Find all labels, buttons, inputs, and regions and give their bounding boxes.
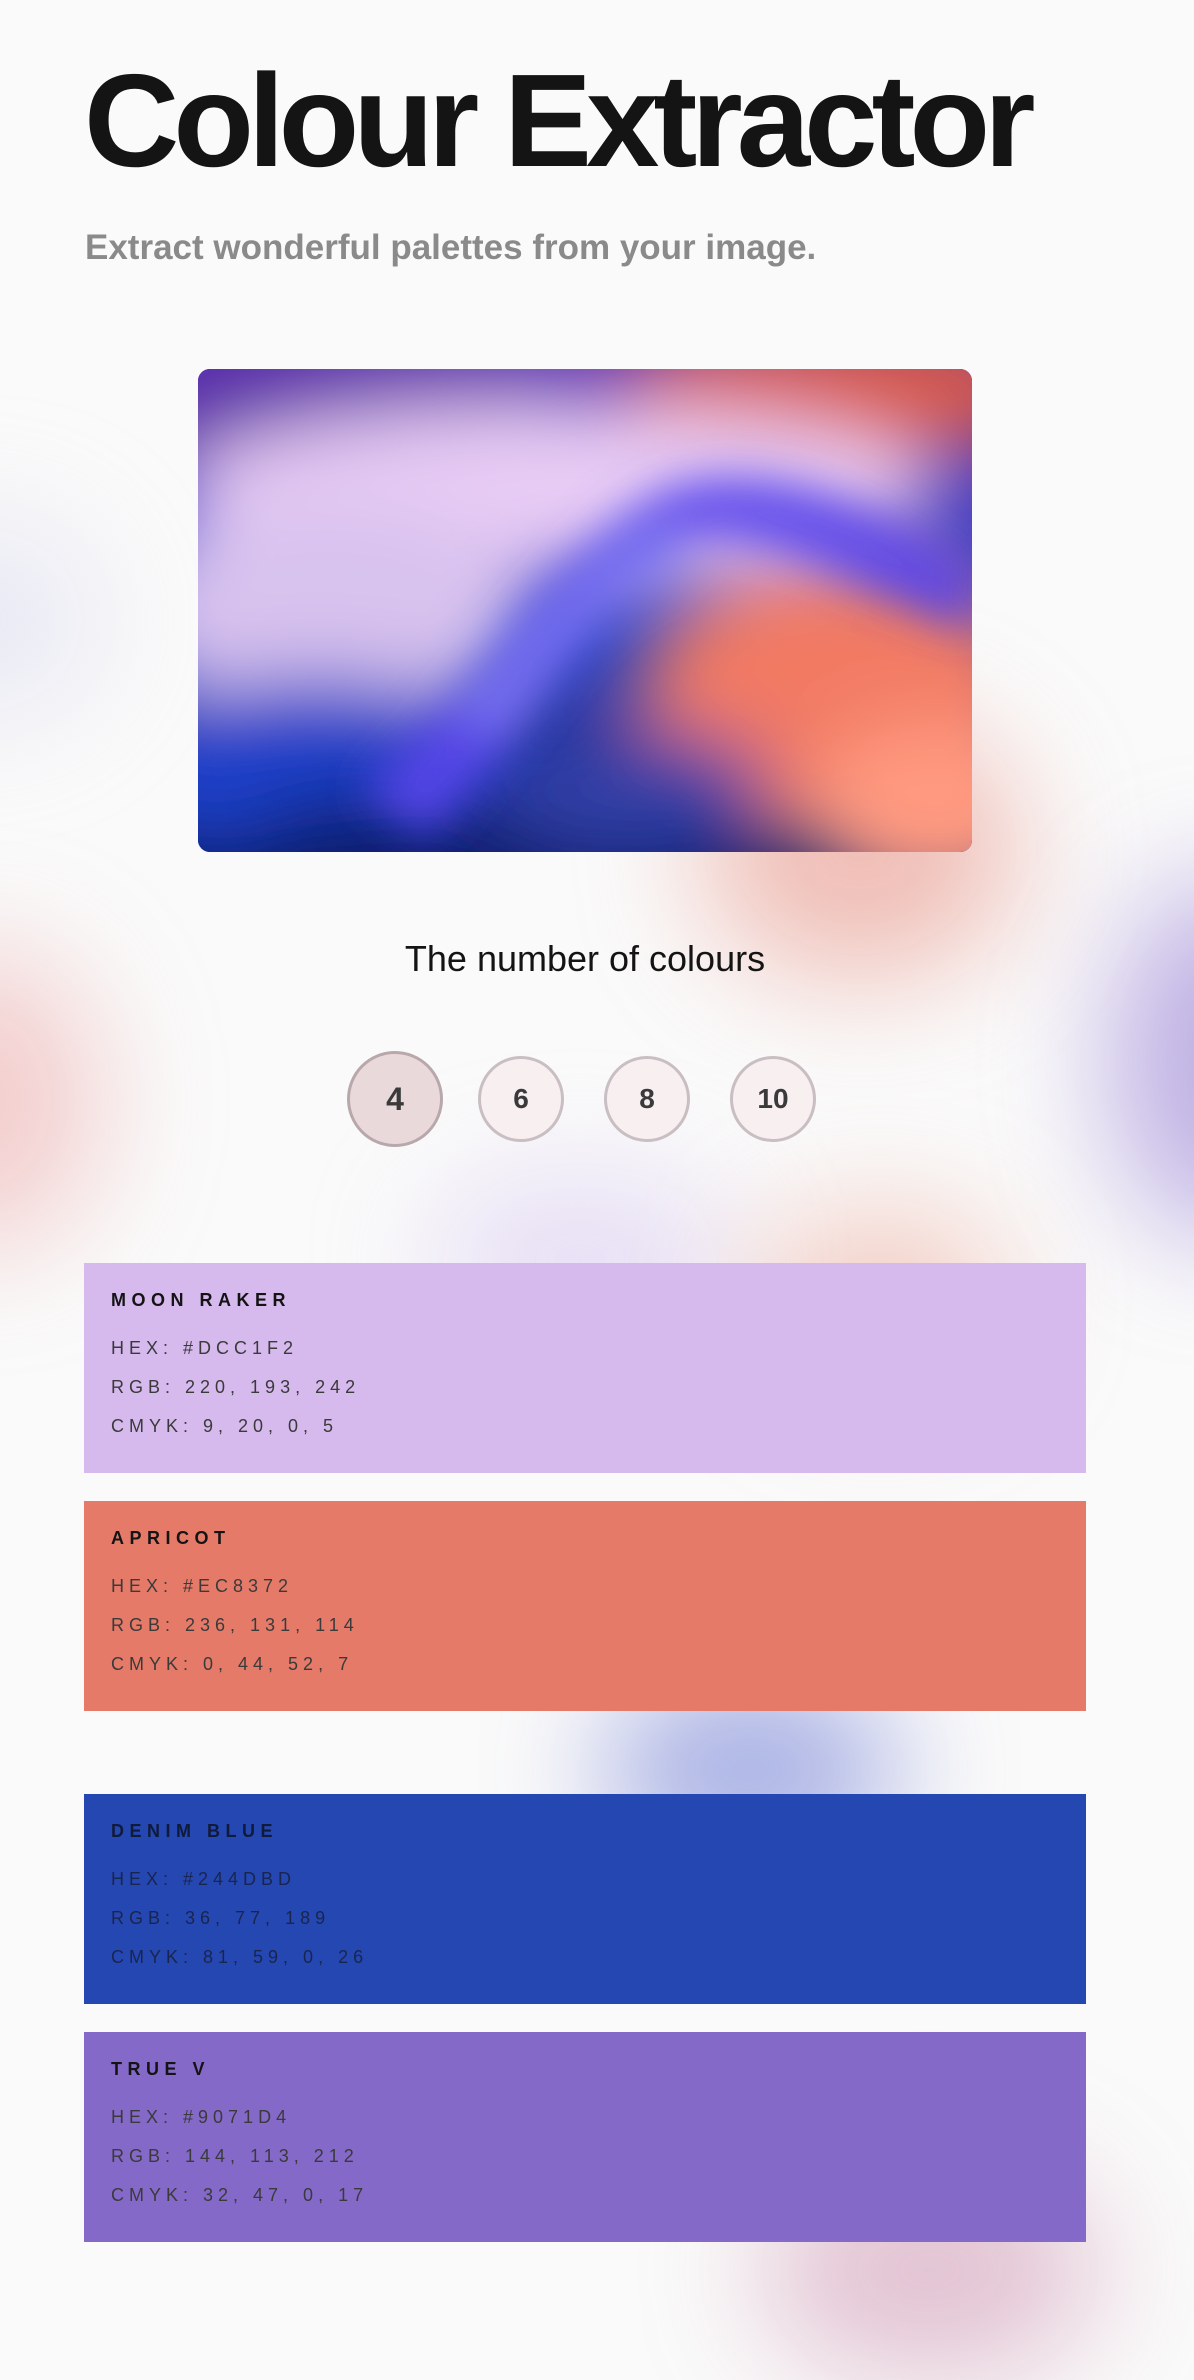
count-option-4[interactable]: 4 <box>347 1051 443 1147</box>
palette-swatch-denim-blue[interactable]: DENIM BLUE HEX: #244DBD RGB: 36, 77, 189… <box>84 1794 1086 2004</box>
swatch-cmyk: CMYK: 81, 59, 0, 26 <box>111 1947 369 1967</box>
swatch-name: TRUE V <box>111 2059 211 2079</box>
count-option-8[interactable]: 8 <box>604 1056 690 1142</box>
colour-count-label: The number of colours <box>404 938 766 979</box>
colour-count-selector: 4 6 8 10 <box>0 1051 1194 1147</box>
count-option-6[interactable]: 6 <box>478 1056 564 1142</box>
uploaded-image-preview[interactable] <box>198 369 972 852</box>
swatch-rgb: RGB: 220, 193, 242 <box>111 1377 361 1397</box>
swatch-rgb: RGB: 144, 113, 212 <box>111 2146 359 2166</box>
swatch-rgb: RGB: 236, 131, 114 <box>111 1615 359 1635</box>
palette-swatch-apricot[interactable]: APRICOT HEX: #EC8372 RGB: 236, 131, 114 … <box>84 1501 1086 1711</box>
swatch-name: MOON RAKER <box>111 1290 291 1310</box>
palette-swatch-moon-raker[interactable]: MOON RAKER HEX: #DCC1F2 RGB: 220, 193, 2… <box>84 1263 1086 1473</box>
swatch-cmyk: CMYK: 32, 47, 0, 17 <box>111 2185 369 2205</box>
page-title: Colour Extractor <box>84 47 1035 194</box>
page-subtitle: Extract wonderful palettes from your ima… <box>85 228 817 267</box>
gradient-image <box>198 369 972 852</box>
swatch-name: DENIM BLUE <box>111 1821 278 1841</box>
swatch-hex: HEX: #DCC1F2 <box>111 1338 299 1358</box>
swatch-rgb: RGB: 36, 77, 189 <box>111 1908 331 1928</box>
swatch-hex: HEX: #244DBD <box>111 1869 297 1889</box>
count-option-10[interactable]: 10 <box>730 1056 816 1142</box>
swatch-cmyk: CMYK: 0, 44, 52, 7 <box>111 1654 354 1674</box>
palette-swatch-true-v[interactable]: TRUE V HEX: #9071D4 RGB: 144, 113, 212 C… <box>84 2032 1086 2242</box>
swatch-hex: HEX: #9071D4 <box>111 2107 292 2127</box>
swatch-name: APRICOT <box>111 1528 231 1548</box>
swatch-cmyk: CMYK: 9, 20, 0, 5 <box>111 1416 339 1436</box>
swatch-hex: HEX: #EC8372 <box>111 1576 294 1596</box>
